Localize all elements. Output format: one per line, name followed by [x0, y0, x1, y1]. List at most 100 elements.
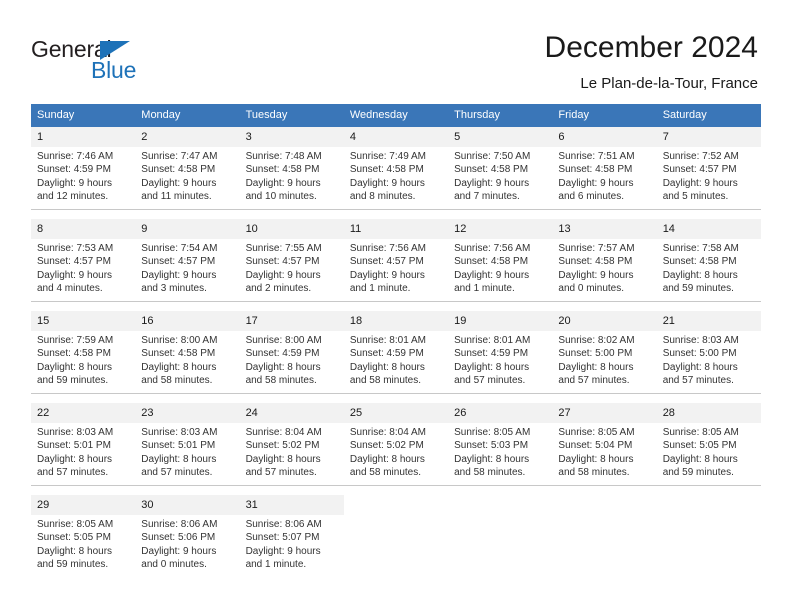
day-number[interactable]: 7 [656, 127, 761, 147]
day-number[interactable]: 27 [552, 403, 657, 423]
day-cell[interactable]: Sunrise: 7:52 AM Sunset: 4:57 PM Daylight:… [656, 147, 761, 210]
day-cell[interactable]: Sunrise: 7:53 AM Sunset: 4:57 PM Daylight:… [31, 239, 136, 302]
daylight-text: and 59 minutes. [662, 467, 734, 479]
day-number[interactable]: 23 [135, 403, 240, 423]
day-number[interactable]: 3 [239, 127, 344, 147]
day-number[interactable]: 28 [656, 403, 761, 423]
day-number[interactable]: 9 [135, 219, 240, 239]
day-number[interactable]: 22 [31, 403, 136, 423]
day-number[interactable]: 29 [31, 495, 136, 515]
sunrise-text: Sunrise: 8:05 AM [558, 427, 635, 438]
sunset-text: Sunset: 4:58 PM [454, 164, 529, 176]
day-number[interactable]: 16 [135, 311, 240, 331]
daylight-text: and 58 minutes. [349, 375, 422, 387]
sunset-text: Sunset: 4:59 PM [454, 348, 529, 360]
day-cell[interactable]: Sunrise: 7:48 AM Sunset: 4:58 PM Daylight:… [239, 147, 344, 210]
day-number[interactable]: 13 [552, 219, 657, 239]
day-cell[interactable]: Sunrise: 8:03 AM Sunset: 5:00 PM Daylight:… [656, 331, 761, 394]
daylight-text: and 58 minutes. [454, 467, 526, 479]
general-blue-logo[interactable]: General Blue [31, 36, 211, 86]
day-number[interactable]: 5 [448, 127, 553, 147]
daylight-text: Daylight: 8 hours [662, 269, 738, 281]
day-cell[interactable]: Sunrise: 8:06 AM Sunset: 5:06 PM Daylight:… [135, 515, 240, 577]
day-cell[interactable]: Sunrise: 8:03 AM Sunset: 5:01 PM Daylight:… [135, 423, 240, 486]
day-number[interactable]: 11 [343, 219, 449, 239]
day-cell[interactable]: Sunrise: 8:00 AM Sunset: 4:58 PM Daylight:… [135, 331, 240, 394]
daylight-text: Daylight: 9 hours [454, 177, 530, 189]
sunset-text: Sunset: 4:58 PM [454, 256, 529, 268]
day-number[interactable]: 2 [135, 127, 240, 147]
day-cell[interactable]: Sunrise: 7:46 AM Sunset: 4:59 PM Daylight:… [31, 147, 136, 210]
sunrise-text: Sunrise: 8:02 AM [558, 335, 635, 346]
day-number[interactable]: 1 [31, 127, 136, 147]
day-number-empty [448, 495, 553, 515]
day-number[interactable]: 18 [343, 311, 449, 331]
day-cell[interactable]: Sunrise: 7:47 AM Sunset: 4:58 PM Daylight:… [135, 147, 240, 210]
week-separator-cell [31, 209, 761, 219]
daylight-text: Daylight: 8 hours [37, 453, 113, 465]
sunrise-text: Sunrise: 8:03 AM [141, 427, 218, 438]
day-cell[interactable]: Sunrise: 8:04 AM Sunset: 5:02 PM Daylight:… [239, 423, 344, 486]
daylight-text: and 1 minute. [245, 559, 307, 571]
day-cell[interactable]: Sunrise: 8:06 AM Sunset: 5:07 PM Daylight:… [239, 515, 344, 577]
daylight-text: Daylight: 8 hours [558, 453, 634, 465]
day-cell[interactable]: Sunrise: 8:03 AM Sunset: 5:01 PM Daylight:… [31, 423, 136, 486]
day-number[interactable]: 31 [239, 495, 344, 515]
daylight-text: and 57 minutes. [245, 467, 317, 479]
daylight-text: Daylight: 9 hours [558, 269, 634, 281]
day-cell[interactable]: Sunrise: 7:51 AM Sunset: 4:58 PM Daylight:… [552, 147, 657, 210]
day-cell[interactable]: Sunrise: 7:59 AM Sunset: 4:58 PM Daylight:… [31, 331, 136, 394]
day-cell[interactable]: Sunrise: 7:58 AM Sunset: 4:58 PM Daylight:… [656, 239, 761, 302]
day-number[interactable]: 14 [656, 219, 761, 239]
day-cell[interactable]: Sunrise: 7:55 AM Sunset: 4:57 PM Daylight:… [239, 239, 344, 302]
day-cell[interactable]: Sunrise: 8:01 AM Sunset: 4:59 PM Daylight:… [448, 331, 553, 394]
daylight-text: and 7 minutes. [454, 191, 520, 203]
day-cell[interactable]: Sunrise: 7:49 AM Sunset: 4:58 PM Daylight:… [343, 147, 449, 210]
daylight-text: and 0 minutes. [558, 283, 625, 295]
day-cell[interactable]: Sunrise: 8:05 AM Sunset: 5:05 PM Daylight:… [656, 423, 761, 486]
daylight-text: and 3 minutes. [141, 283, 207, 295]
daylight-text: and 58 minutes. [349, 467, 422, 479]
day-cell[interactable]: Sunrise: 7:56 AM Sunset: 4:57 PM Daylight:… [343, 239, 449, 302]
day-cell[interactable]: Sunrise: 7:54 AM Sunset: 4:57 PM Daylight:… [135, 239, 240, 302]
day-number[interactable]: 30 [135, 495, 240, 515]
daylight-text: and 59 minutes. [37, 559, 109, 571]
day-cell[interactable]: Sunrise: 7:57 AM Sunset: 4:58 PM Daylight:… [552, 239, 657, 302]
day-number[interactable]: 8 [31, 219, 136, 239]
day-number[interactable]: 24 [239, 403, 344, 423]
day-cell[interactable]: Sunrise: 7:56 AM Sunset: 4:58 PM Daylight:… [448, 239, 553, 302]
sunset-text: Sunset: 4:57 PM [349, 256, 424, 268]
sunset-text: Sunset: 4:58 PM [37, 348, 111, 360]
day-number[interactable]: 10 [239, 219, 344, 239]
sunset-text: Sunset: 4:58 PM [141, 348, 216, 360]
day-number[interactable]: 15 [31, 311, 136, 331]
day-cell[interactable]: Sunrise: 8:05 AM Sunset: 5:05 PM Daylight:… [31, 515, 136, 577]
sunset-text: Sunset: 5:00 PM [662, 348, 737, 360]
day-number[interactable]: 4 [343, 127, 449, 147]
day-number[interactable]: 19 [448, 311, 553, 331]
sunset-text: Sunset: 4:58 PM [141, 164, 216, 176]
weekday-header-saturday: Saturday [656, 104, 761, 127]
day-cell[interactable]: Sunrise: 8:00 AM Sunset: 4:59 PM Daylight:… [239, 331, 344, 394]
sunrise-text: Sunrise: 8:03 AM [662, 335, 739, 346]
day-number[interactable]: 20 [552, 311, 657, 331]
calendar-grid: Sunday Monday Tuesday Wednesday Thursday… [31, 104, 761, 577]
day-number[interactable]: 21 [656, 311, 761, 331]
day-number[interactable]: 26 [448, 403, 553, 423]
daylight-text: Daylight: 8 hours [349, 453, 425, 465]
day-number[interactable]: 12 [448, 219, 553, 239]
daylight-text: Daylight: 8 hours [349, 361, 425, 373]
day-cell[interactable]: Sunrise: 8:02 AM Sunset: 5:00 PM Daylight:… [552, 331, 657, 394]
day-number-empty [552, 495, 657, 515]
sunrise-text: Sunrise: 8:04 AM [245, 427, 322, 438]
day-cell[interactable]: Sunrise: 8:05 AM Sunset: 5:03 PM Daylight:… [448, 423, 553, 486]
day-number-row: 15 16 17 18 19 20 21 [31, 311, 761, 331]
day-number[interactable]: 6 [552, 127, 657, 147]
day-cell[interactable]: Sunrise: 8:01 AM Sunset: 4:59 PM Daylight:… [343, 331, 449, 394]
weekday-header-thursday: Thursday [448, 104, 553, 127]
day-cell[interactable]: Sunrise: 8:05 AM Sunset: 5:04 PM Daylight:… [552, 423, 657, 486]
day-number[interactable]: 17 [239, 311, 344, 331]
day-cell[interactable]: Sunrise: 8:04 AM Sunset: 5:02 PM Daylight:… [343, 423, 449, 486]
day-cell[interactable]: Sunrise: 7:50 AM Sunset: 4:58 PM Daylight:… [448, 147, 553, 210]
day-number[interactable]: 25 [343, 403, 449, 423]
